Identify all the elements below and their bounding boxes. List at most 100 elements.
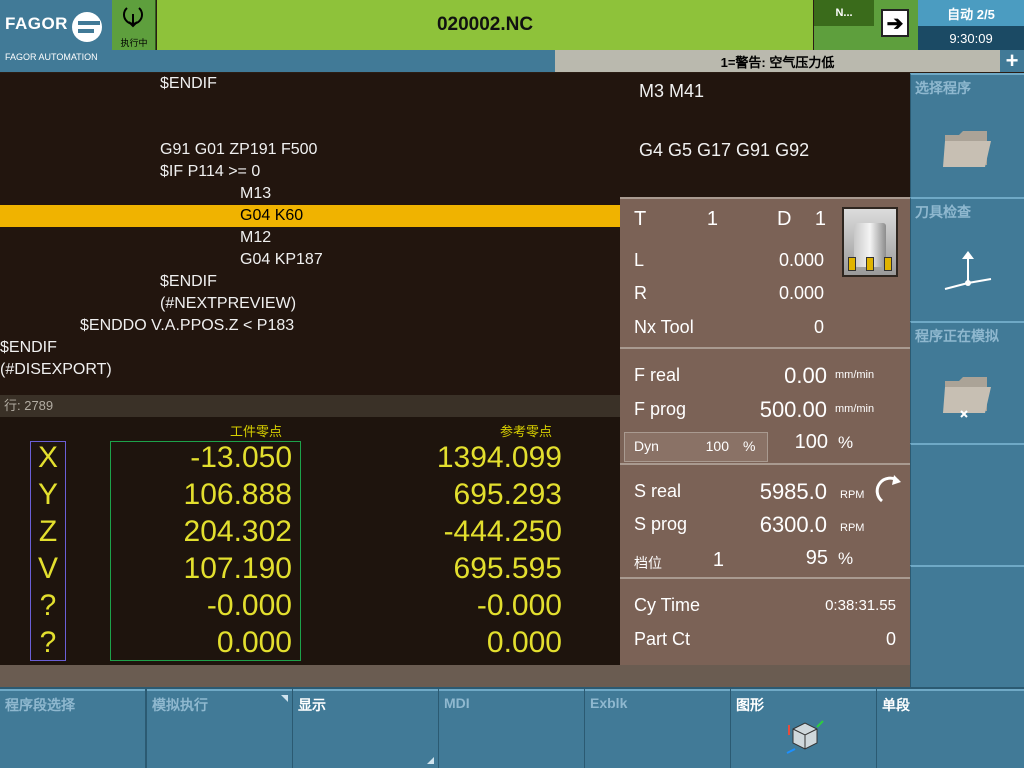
tool-r-label: R: [634, 283, 647, 303]
mode-label: 自动 2/5: [918, 0, 1024, 26]
program-line: M13: [240, 185, 272, 202]
cycle-time-value: 0:38:31.55: [825, 597, 896, 614]
execution-status-text: 执行中: [120, 38, 148, 48]
spindle-rotation-icon: [875, 475, 901, 503]
spindle-override-unit: %: [838, 549, 854, 568]
softkey-label: 程序段选择: [5, 697, 75, 713]
gear-value: 1: [712, 549, 724, 571]
feed-panel: F real 0.00 mm/min F prog 500.00 mm/min …: [620, 347, 910, 463]
softkey-label: MDI: [444, 695, 470, 711]
softkey-empty-1[interactable]: [910, 443, 1024, 565]
softkey-single-block[interactable]: 单段: [877, 689, 1024, 768]
spindle-panel: S real 5985.0 RPM S prog 6300.0 RPM 档位 1…: [620, 463, 910, 577]
program-line: [0, 117, 620, 139]
softkey-label: 刀具检查: [915, 204, 971, 220]
softkey-label: 显示: [298, 697, 326, 713]
dynamic-feed-box: Dyn 100 %: [624, 432, 768, 462]
softkey-label: 选择程序: [915, 80, 971, 96]
fagor-logo: FAGOR FAGOR AUTOMATION: [0, 0, 112, 72]
s-prog-value: 6300.0: [759, 512, 827, 537]
program-line: $ENDDO V.A.PPOS.Z < P183: [80, 317, 295, 334]
axis-label: Z: [38, 515, 58, 548]
page-nav-area: ➔: [874, 0, 918, 50]
axis-label: V: [37, 552, 58, 585]
work-coord-value: -13.050: [190, 441, 292, 474]
softkey-tool-check[interactable]: 刀具检查: [910, 197, 1024, 321]
fagor-emblem-icon: [72, 12, 102, 42]
machine-coord-value: 0.000: [486, 626, 562, 659]
f-prog-value: 500.00: [759, 397, 827, 422]
f-prog-unit: mm/min: [835, 403, 875, 415]
machine-coord-value: -444.250: [443, 515, 562, 548]
softkey-simulate[interactable]: 模拟执行: [147, 689, 292, 768]
tool-insert: [848, 257, 856, 271]
brand-subtitle: FAGOR AUTOMATION: [5, 52, 98, 62]
tool-d-value: 1: [814, 208, 826, 230]
feed-override-unit: %: [838, 433, 854, 452]
work-coord-value: 204.302: [183, 515, 292, 548]
block-number-indicator-lower: [814, 26, 874, 50]
graphics-cube-icon: [786, 720, 824, 754]
s-real-value: 5985.0: [759, 479, 827, 504]
axis-label: Y: [37, 478, 58, 511]
axis-label: ?: [39, 589, 57, 622]
next-tool-label: Nx Tool: [634, 317, 694, 337]
softkey-mdi[interactable]: MDI: [439, 689, 584, 768]
program-listing[interactable]: $ENDIF G91 G01 ZP191 F500 $IF P114 >= 0 …: [0, 73, 620, 395]
dyn-label: Dyn: [634, 438, 659, 454]
active-g-codes: G4 G5 G17 G91 G92: [639, 140, 810, 160]
program-line: $ENDIF: [0, 339, 57, 356]
tool-t-label: T: [634, 208, 647, 230]
tool-l-value: 0.000: [778, 250, 824, 270]
program-line: G91 G01 ZP191 F500: [160, 141, 318, 158]
softkey-block-select[interactable]: 程序段选择: [0, 689, 145, 768]
softkey-empty-2[interactable]: [910, 565, 1024, 687]
tool-panel: T 1 D 1 L 0.000 R 0.000 Nx Tool 0: [620, 197, 910, 347]
machine-coord-value: 1394.099: [436, 441, 562, 474]
execution-status: 执行中: [112, 0, 156, 50]
f-real-label: F real: [634, 365, 681, 385]
tool-insert: [884, 257, 892, 271]
work-coord-value: 0.000: [216, 626, 292, 659]
program-line-active: G04 K60: [0, 205, 620, 227]
folder-simulation-icon: [943, 377, 991, 418]
next-tool-value: 0: [813, 317, 824, 337]
softkey-label: 程序正在模拟: [915, 328, 999, 344]
dyn-value: 100: [705, 438, 729, 454]
softkey-display[interactable]: 显示: [293, 689, 438, 768]
work-coord-value: -0.000: [206, 589, 292, 622]
axis-label: ?: [39, 626, 57, 659]
line-number-info: 行: 2789: [0, 395, 620, 417]
softkey-simulating[interactable]: 程序正在模拟: [910, 321, 1024, 443]
next-page-arrow-icon[interactable]: ➔: [881, 9, 909, 37]
f-real-unit: mm/min: [835, 369, 875, 381]
brand-name: FAGOR: [5, 14, 68, 33]
machine-coord-value: 695.293: [453, 478, 562, 511]
warning-message: 1=警告: 空气压力低: [555, 50, 1000, 72]
submenu-corner-icon: [281, 695, 288, 702]
tool-r-value: 0.000: [778, 283, 824, 303]
softkey-select-program[interactable]: 选择程序: [910, 73, 1024, 197]
tool-t-value: 1: [706, 208, 718, 230]
softkey-exblk[interactable]: Exblk: [585, 689, 730, 768]
submenu-corner-icon: [427, 757, 434, 764]
f-prog-label: F prog: [634, 399, 687, 419]
softkey-label: 模拟执行: [152, 697, 208, 713]
cycle-time-panel: Cy Time 0:38:31.55 Part Ct 0: [620, 577, 910, 665]
expand-plus-icon[interactable]: +: [1000, 48, 1024, 73]
clock: 9:30:09: [918, 26, 1024, 50]
softkey-label: 图形: [736, 697, 764, 713]
folder-icon: [943, 131, 991, 167]
program-line: M12: [240, 229, 272, 246]
machine-coord-value: 695.595: [453, 552, 562, 585]
program-line: (#DISEXPORT): [0, 361, 112, 378]
softkey-label: Exblk: [590, 695, 628, 711]
program-name: 020002.NC: [157, 0, 813, 50]
sub-bar: [112, 50, 555, 72]
f-real-value: 0.00: [784, 363, 827, 388]
program-line: (#NEXTPREVIEW): [160, 295, 297, 312]
feed-override-value: 100: [794, 431, 828, 453]
machine-zero-header: 参考零点: [500, 424, 553, 439]
softkey-graphics[interactable]: 图形: [731, 689, 876, 768]
dyn-unit: %: [743, 438, 756, 454]
